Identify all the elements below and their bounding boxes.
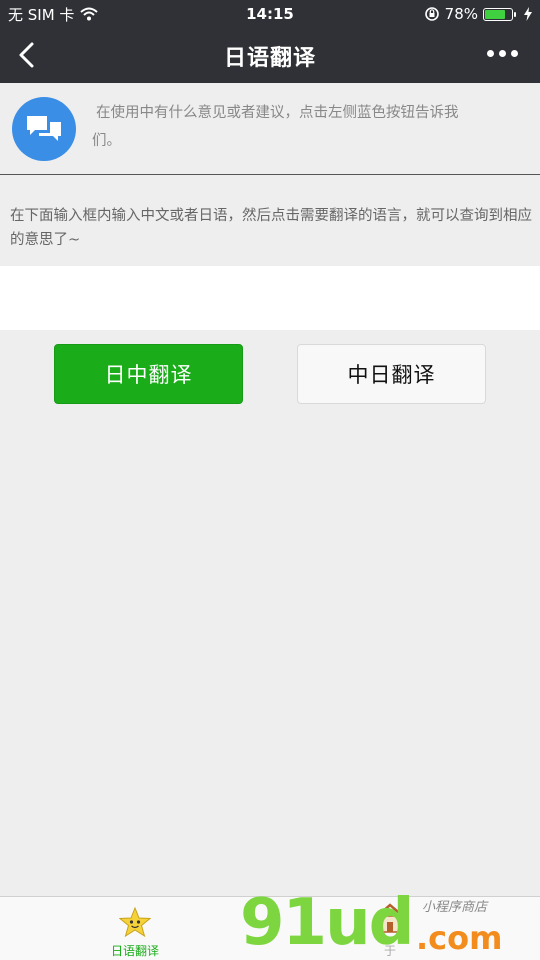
charging-bolt-icon (524, 7, 532, 21)
tab-second[interactable]: 于 (320, 897, 460, 960)
tab-label: 日语翻译 (110, 944, 159, 958)
battery-icon (483, 7, 516, 21)
nav-bar: 日语翻译 (0, 28, 540, 83)
page-title: 日语翻译 (223, 45, 316, 71)
status-right: 78% (424, 5, 532, 23)
house-icon (375, 903, 405, 933)
battery-percent: 78% (444, 5, 478, 23)
tab-bar: 日语翻译 于 (0, 896, 540, 960)
translation-input[interactable] (0, 266, 540, 330)
feedback-button[interactable] (12, 97, 76, 161)
instructions-text: 在下面输入框内输入中文或者日语，然后点击需要翻译的语言，就可以查询到相应的意思了… (10, 208, 532, 248)
jp-to-cn-label: 日中翻译 (104, 363, 193, 387)
jp-to-cn-button[interactable]: 日中翻译 (54, 344, 243, 404)
chat-bubbles-icon (27, 116, 61, 141)
more-menu-button[interactable] (487, 50, 518, 57)
status-bar: 无 SIM 卡 14:15 78% (0, 0, 540, 28)
back-chevron-icon[interactable] (14, 40, 44, 70)
battery-fill (485, 9, 506, 19)
feedback-text: 在使用中有什么意见或者建议，点击左侧蓝色按钮告诉我们。 (92, 105, 459, 149)
more-dot-icon (487, 50, 494, 57)
feedback-banner: 在使用中有什么意见或者建议，点击左侧蓝色按钮告诉我们。 (0, 83, 540, 175)
more-dot-icon (511, 50, 518, 57)
star-icon (119, 907, 151, 937)
rotation-lock-icon (424, 7, 439, 21)
cn-to-jp-button[interactable]: 中日翻译 (297, 344, 486, 404)
tab-label: 于 (383, 944, 396, 958)
cn-to-jp-label: 中日翻译 (347, 363, 436, 387)
tab-japanese-translate[interactable]: 日语翻译 (65, 897, 205, 960)
more-dot-icon (499, 50, 506, 57)
